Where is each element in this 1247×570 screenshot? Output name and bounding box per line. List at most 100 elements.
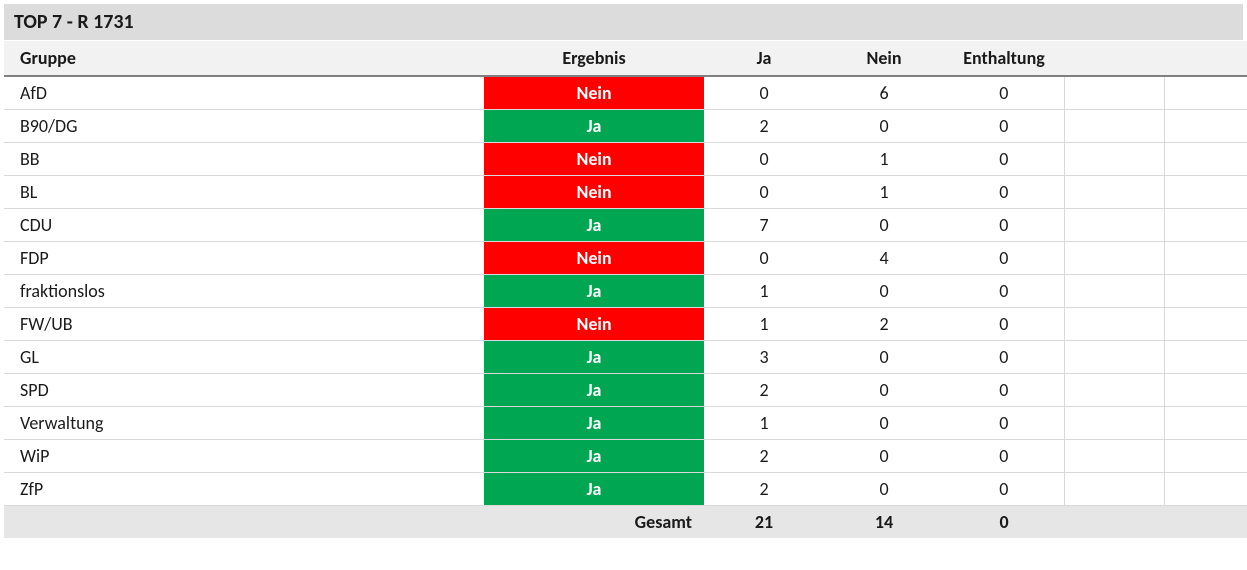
cell-extra	[1164, 143, 1247, 176]
header-no: Nein	[824, 41, 944, 76]
result-badge-nein: Nein	[484, 176, 704, 208]
cell-extra	[1164, 176, 1247, 209]
cell-extra	[1164, 242, 1247, 275]
table-row: AfDNein060	[4, 76, 1247, 110]
cell-extra	[1064, 143, 1164, 176]
cell-extra	[1164, 374, 1247, 407]
cell-result: Nein	[484, 143, 704, 176]
cell-yes: 2	[704, 440, 824, 473]
cell-no: 0	[824, 440, 944, 473]
header-extra1	[1064, 41, 1164, 76]
cell-extra	[1064, 473, 1164, 506]
cell-group: BB	[4, 143, 484, 176]
cell-total-no: 14	[824, 506, 944, 539]
cell-abstain: 0	[944, 473, 1064, 506]
cell-result: Ja	[484, 209, 704, 242]
cell-no: 1	[824, 143, 944, 176]
cell-abstain: 0	[944, 341, 1064, 374]
cell-no: 0	[824, 275, 944, 308]
cell-group: FW/UB	[4, 308, 484, 341]
cell-result: Ja	[484, 275, 704, 308]
cell-abstain: 0	[944, 143, 1064, 176]
cell-no: 0	[824, 407, 944, 440]
cell-yes: 1	[704, 407, 824, 440]
result-badge-ja: Ja	[484, 473, 704, 505]
cell-yes: 0	[704, 143, 824, 176]
cell-extra	[1164, 76, 1247, 110]
header-group: Gruppe	[4, 41, 484, 76]
cell-extra	[1164, 407, 1247, 440]
cell-extra	[1164, 308, 1247, 341]
cell-total-blank	[4, 506, 484, 539]
cell-extra	[1064, 374, 1164, 407]
result-badge-ja: Ja	[484, 440, 704, 472]
cell-result: Ja	[484, 440, 704, 473]
cell-yes: 2	[704, 473, 824, 506]
cell-group: fraktionslos	[4, 275, 484, 308]
cell-yes: 3	[704, 341, 824, 374]
cell-result: Ja	[484, 341, 704, 374]
result-badge-nein: Nein	[484, 143, 704, 175]
table-row: SPDJa200	[4, 374, 1247, 407]
cell-no: 0	[824, 473, 944, 506]
cell-yes: 7	[704, 209, 824, 242]
result-badge-ja: Ja	[484, 275, 704, 307]
table-row: FDPNein040	[4, 242, 1247, 275]
cell-abstain: 0	[944, 275, 1064, 308]
cell-result: Nein	[484, 176, 704, 209]
cell-yes: 1	[704, 275, 824, 308]
table-row: BBNein010	[4, 143, 1247, 176]
cell-abstain: 0	[944, 407, 1064, 440]
cell-no: 0	[824, 110, 944, 143]
cell-extra	[1164, 209, 1247, 242]
cell-abstain: 0	[944, 242, 1064, 275]
cell-extra	[1064, 110, 1164, 143]
cell-no: 4	[824, 242, 944, 275]
table-row: CDUJa700	[4, 209, 1247, 242]
cell-yes: 1	[704, 308, 824, 341]
total-row: Gesamt21140	[4, 506, 1247, 539]
cell-abstain: 0	[944, 209, 1064, 242]
cell-extra	[1164, 473, 1247, 506]
cell-extra	[1164, 341, 1247, 374]
cell-yes: 0	[704, 242, 824, 275]
header-result: Ergebnis	[484, 41, 704, 76]
table-row: FW/UBNein120	[4, 308, 1247, 341]
table-row: fraktionslosJa100	[4, 275, 1247, 308]
table-row: VerwaltungJa100	[4, 407, 1247, 440]
cell-result: Ja	[484, 407, 704, 440]
page-title: TOP 7 - R 1731	[4, 4, 1243, 41]
results-table: Gruppe Ergebnis Ja Nein Enthaltung AfDNe…	[4, 41, 1247, 538]
cell-no: 6	[824, 76, 944, 110]
cell-yes: 2	[704, 110, 824, 143]
cell-yes: 0	[704, 76, 824, 110]
cell-extra	[1064, 76, 1164, 110]
cell-abstain: 0	[944, 374, 1064, 407]
cell-group: AfD	[4, 76, 484, 110]
cell-extra	[1164, 506, 1247, 539]
cell-abstain: 0	[944, 110, 1064, 143]
table-row: GLJa300	[4, 341, 1247, 374]
result-badge-nein: Nein	[484, 242, 704, 274]
header-yes: Ja	[704, 41, 824, 76]
cell-extra	[1064, 242, 1164, 275]
cell-result: Nein	[484, 242, 704, 275]
result-badge-ja: Ja	[484, 110, 704, 142]
cell-extra	[1064, 341, 1164, 374]
cell-extra	[1164, 440, 1247, 473]
cell-extra	[1064, 275, 1164, 308]
cell-result: Nein	[484, 76, 704, 110]
cell-total-yes: 21	[704, 506, 824, 539]
cell-group: WiP	[4, 440, 484, 473]
result-badge-ja: Ja	[484, 374, 704, 406]
cell-result: Nein	[484, 308, 704, 341]
cell-abstain: 0	[944, 440, 1064, 473]
cell-extra	[1064, 176, 1164, 209]
cell-extra	[1164, 275, 1247, 308]
cell-group: GL	[4, 341, 484, 374]
result-badge-ja: Ja	[484, 341, 704, 373]
table-row: WiPJa200	[4, 440, 1247, 473]
vote-result-panel: TOP 7 - R 1731 Gruppe Ergebnis Ja Nein E…	[4, 4, 1243, 538]
cell-abstain: 0	[944, 76, 1064, 110]
cell-group: FDP	[4, 242, 484, 275]
